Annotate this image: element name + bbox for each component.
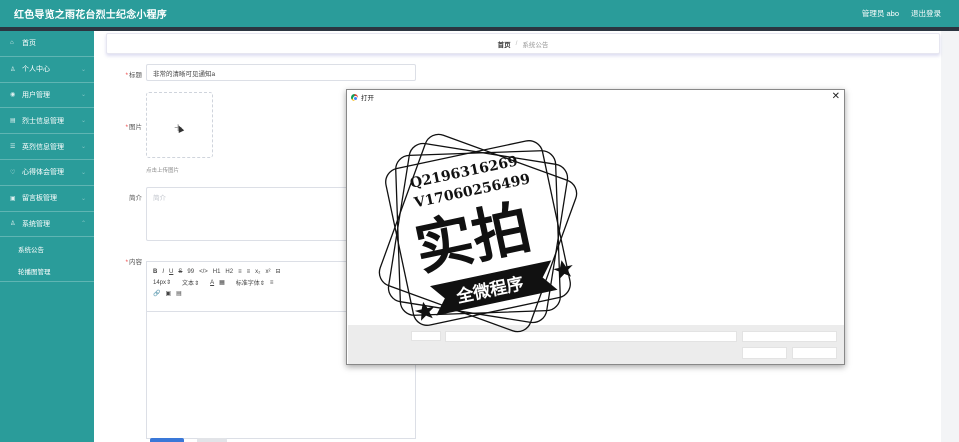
chevron-down-icon: ⌄ (80, 118, 86, 125)
cancel-button[interactable] (197, 438, 227, 442)
title-label: *标题 (125, 72, 142, 79)
heading2-button[interactable]: H2 (225, 269, 233, 275)
text-type-select[interactable]: 文本⇕ (182, 278, 199, 287)
sidebar-subitem-carousel[interactable]: 轮播图管理 (0, 260, 94, 283)
sidebar-item-label: 留言板管理 (22, 195, 57, 203)
sidebar-item-users[interactable]: ◉ 用户管理 ⌄ (0, 83, 94, 109)
dialog-title: 打开 (361, 95, 374, 102)
quote-button[interactable]: 99 (187, 269, 194, 275)
sidebar-item-home[interactable]: ⌂ 首页 (0, 31, 94, 57)
sidebar-item-label: 个人中心 (22, 66, 50, 74)
text-color-button[interactable]: A (210, 280, 214, 286)
chrome-icon (351, 93, 358, 101)
submit-button[interactable] (150, 438, 184, 442)
breadcrumb-home[interactable]: 首页 (498, 39, 511, 49)
sidebar-subitem-label: 系统公告 (18, 246, 44, 254)
background-color-icon[interactable]: ▦ (219, 279, 225, 286)
file-type-select[interactable] (742, 331, 837, 342)
heart-icon: ♡ (10, 169, 16, 176)
page-gutter (941, 31, 959, 442)
close-icon[interactable]: ✕ (832, 91, 840, 102)
sidebar-item-profile[interactable]: ♙ 个人中心 ⌄ (0, 57, 94, 83)
sidebar-item-label: 首页 (22, 40, 36, 48)
bullet-list-button[interactable]: ≡ (247, 269, 251, 275)
chevron-updown-icon: ⇕ (259, 281, 265, 287)
chevron-down-icon: ⌄ (80, 195, 86, 202)
sidebar-item-label: 用户管理 (22, 91, 50, 99)
italic-button[interactable]: I (162, 269, 164, 275)
title-input[interactable]: 非常的清晰可见通知a (146, 64, 416, 81)
sidebar-item-messages[interactable]: ▣ 留言板管理 ⌄ (0, 186, 94, 212)
content-label: *内容 (125, 259, 142, 266)
strike-button[interactable]: S (178, 269, 182, 275)
video-icon[interactable]: ▤ (176, 290, 182, 297)
ordered-list-button[interactable]: ≡ (238, 269, 242, 275)
intro-label: 简介 (129, 195, 142, 202)
message-icon: ▣ (10, 195, 16, 202)
chevron-down-icon: ⌄ (80, 169, 86, 176)
sidebar-item-heroes[interactable]: ☰ 英烈信息管理 ⌄ (0, 134, 94, 160)
font-family-select[interactable]: 标准字体⇕ (236, 278, 265, 287)
underline-button[interactable]: U (169, 269, 173, 275)
sidebar-subitem-announcements[interactable]: 系统公告 (0, 237, 94, 260)
image-upload[interactable]: + (146, 92, 213, 158)
chevron-updown-icon: ⇕ (194, 281, 200, 287)
chevron-down-icon: ⌄ (80, 66, 86, 73)
header-actions: 管理员 abo 退出登录 (862, 8, 959, 19)
heading1-button[interactable]: H1 (213, 269, 221, 275)
logout-link[interactable]: 退出登录 (911, 8, 941, 19)
sidebar-item-label: 烈士信息管理 (22, 117, 64, 125)
upload-hint: 点击上传图片 (146, 168, 180, 174)
align-icon[interactable]: ≡ (270, 280, 274, 286)
breadcrumb-current: 系统公告 (522, 41, 549, 49)
superscript-button[interactable]: x² (265, 269, 270, 275)
chevron-down-icon: ⌄ (80, 144, 86, 151)
sidebar-item-reflections[interactable]: ♡ 心得体会管理 ⌄ (0, 160, 94, 186)
breadcrumb-separator: / (515, 40, 518, 47)
app-title: 红色导览之雨花台烈士纪念小程序 (14, 10, 167, 21)
open-button[interactable] (742, 347, 787, 359)
sidebar-item-label: 心得体会管理 (22, 169, 64, 177)
chevron-down-icon: ⌄ (80, 92, 86, 99)
font-size-select[interactable]: 14px⇕ (153, 279, 171, 286)
image-icon[interactable]: ▣ (165, 290, 171, 297)
menu-icon: ☰ (10, 144, 16, 151)
chevron-updown-icon: ⇕ (166, 280, 172, 286)
sidebar: ⌂ 首页 ♙ 个人中心 ⌄ ◉ 用户管理 ⌄ ▤ 烈士信息管理 ⌄ ☰ 英烈信息… (0, 31, 94, 442)
image-label: *图片 (125, 124, 142, 131)
home-icon: ⌂ (10, 40, 14, 47)
sidebar-item-label: 系统管理 (22, 220, 50, 228)
admin-user-label[interactable]: 管理员 abo (862, 8, 899, 19)
app-header: 红色导览之雨花台烈士纪念小程序 管理员 abo 退出登录 (0, 0, 959, 27)
sidebar-item-label: 英烈信息管理 (22, 143, 64, 151)
dialog-cancel-button[interactable] (792, 347, 837, 359)
code-button[interactable]: </> (199, 269, 208, 275)
list-icon: ▤ (10, 118, 16, 125)
watermark-stamp: Q2196316269 V17060256499 实拍 全微程序 (378, 133, 578, 333)
bold-button[interactable]: B (153, 269, 157, 275)
chevron-up-icon: ⌃ (80, 221, 86, 228)
breadcrumb: 首页 / 系统公告 (106, 33, 940, 54)
indent-button[interactable]: ⊟ (275, 268, 280, 275)
gear-icon: ♙ (10, 221, 16, 228)
user-icon: ♙ (10, 66, 16, 73)
subscript-button[interactable]: x₂ (255, 269, 260, 275)
link-icon[interactable]: 🔗 (153, 290, 160, 297)
sidebar-item-system[interactable]: ♙ 系统管理 ⌃ (0, 212, 94, 238)
sidebar-subitem-label: 轮播图管理 (18, 268, 51, 276)
sidebar-item-martyrs[interactable]: ▤ 烈士信息管理 ⌄ (0, 108, 94, 135)
dialog-titlebar: 打开 (347, 90, 844, 104)
users-icon: ◉ (10, 92, 16, 99)
